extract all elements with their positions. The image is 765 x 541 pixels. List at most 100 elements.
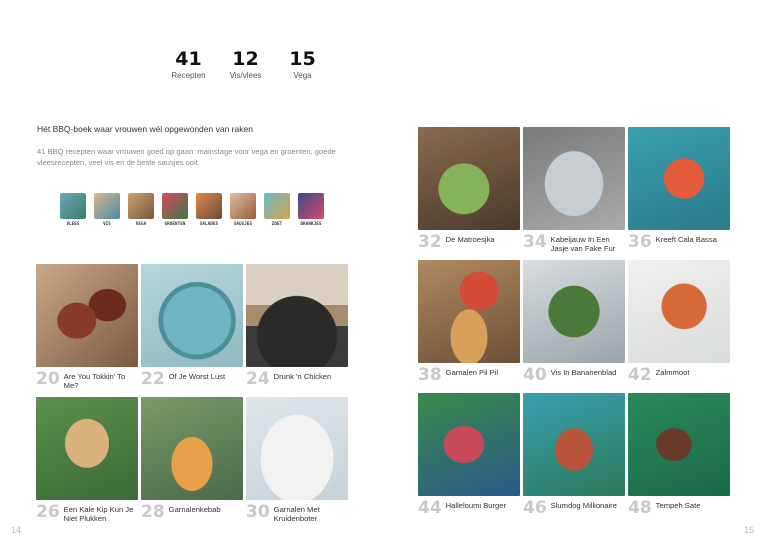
category-label: SALADES [199,221,219,226]
category-label: GROENTEN [164,221,186,226]
page-number: 32 [418,232,442,252]
category-label: ZOET [271,221,283,226]
recipe-tile[interactable]: 24 Drunk 'n Chicken [246,264,348,397]
category-thumbnail [196,193,222,219]
recipe-photo [141,397,243,500]
recipe-tile[interactable]: 20 Are You Tokkin' To Me? [36,264,138,397]
stats-row: 41 Recepten 12 Vis/vlees 15 Vega [160,48,331,80]
page-headline: Hét BBQ-boek waar vrouwen wél opgewonden… [37,124,253,134]
category-label: SAUSJES [233,221,253,226]
recipe-photo [36,397,138,500]
recipe-title: Garnalen Met Kruidenboter [273,505,320,523]
recipe-grid-right: 32 De Matroesjka 34 Kabeljauw In Een Jasje… [418,127,730,526]
page-number: 20 [36,369,60,389]
category-thumbnail [230,193,256,219]
folio-right: 15 [743,525,754,535]
recipe-photo [246,264,348,367]
recipe-tile[interactable]: 34 Kabeljauw In Een Jasje van Fake Fur [523,127,625,260]
intro-text: 41 BBQ recepten waar vrouwen goed op gaa… [37,147,336,167]
recipe-tile[interactable]: 42 Zalmmoot [628,260,730,393]
recipe-tile[interactable]: 28 Garnalenkebab [141,397,243,530]
recipe-tile[interactable]: 32 De Matroesjka [418,127,520,260]
category-thumbnail [264,193,290,219]
recipe-photo [246,397,348,500]
page-number: 34 [523,232,547,252]
stat-label: Vis/vlees [229,71,262,80]
stat-recepten: 41 Recepten [160,48,217,80]
category-drankjes[interactable]: DRANKJES [298,193,324,226]
recipe-tile[interactable]: 46 Slumdog Millionaire [523,393,625,526]
category-vlees[interactable]: VLEES [60,193,86,226]
recipe-title: Kreeft Cala Bassa [655,235,717,244]
category-label: VEGA [135,221,147,226]
recipe-photo [418,260,520,363]
folio-left: 14 [11,525,22,535]
stat-vega: 15 Vega [274,48,331,80]
recipe-tile[interactable]: 22 Of Je Worst Lust [141,264,243,397]
category-thumbnail [128,193,154,219]
stat-number: 12 [232,48,259,70]
recipe-title: Vis In Bananenblad [550,368,617,377]
recipe-tile[interactable]: 26 Een Kale Kip Kun Je Niet Plukken [36,397,138,530]
category-vega[interactable]: VEGA [128,193,154,226]
stat-label: Recepten [171,71,206,80]
recipe-tile[interactable]: 36 Kreeft Cala Bassa [628,127,730,260]
category-label: DRANKJES [300,221,322,226]
recipe-title: Of Je Worst Lust [168,372,226,381]
page-number: 26 [36,502,60,522]
page-number: 46 [523,498,547,518]
page-number: 44 [418,498,442,518]
category-thumbnail [298,193,324,219]
category-sausjes[interactable]: SAUSJES [230,193,256,226]
stat-number: 41 [175,48,202,70]
category-thumbnail [94,193,120,219]
recipe-photo [523,393,625,496]
recipe-tile[interactable]: 30 Garnalen Met Kruidenboter [246,397,348,530]
page-number: 40 [523,365,547,385]
page-number: 48 [628,498,652,518]
stat-number: 15 [289,48,316,70]
page-number: 22 [141,369,165,389]
page-number: 24 [246,369,270,389]
recipe-title: Tempeh Sate [655,501,701,510]
recipe-title: Garnalenkebab [168,505,221,514]
recipe-photo [523,127,625,230]
page-number: 28 [141,502,165,522]
recipe-tile[interactable]: 38 Garnalen Pil Pil [418,260,520,393]
recipe-title: Halleloumi Burger [445,501,507,510]
page-number: 42 [628,365,652,385]
recipe-title: Drunk 'n Chicken [273,372,332,381]
page-number: 38 [418,365,442,385]
recipe-photo [628,260,730,363]
recipe-grid-left: 20 Are You Tokkin' To Me? 22 Of Je Worst L… [36,264,348,530]
page-number: 30 [246,502,270,522]
recipe-title: De Matroesjka [445,235,495,244]
category-groenten[interactable]: GROENTEN [162,193,188,226]
stat-vis-vlees: 12 Vis/vlees [217,48,274,80]
recipe-photo [418,393,520,496]
stat-label: Vega [293,71,312,80]
category-label: VIS [103,221,111,226]
recipe-photo [141,264,243,367]
recipe-title: Garnalen Pil Pil [445,368,499,377]
category-thumbnail [60,193,86,219]
category-vis[interactable]: VIS [94,193,120,226]
page-number: 36 [628,232,652,252]
category-zoet[interactable]: ZOET [264,193,290,226]
recipe-title: Kabeljauw In Een Jasje van Fake Fur [550,235,616,253]
recipe-photo [36,264,138,367]
recipe-tile[interactable]: 48 Tempeh Sate [628,393,730,526]
recipe-photo [418,127,520,230]
recipe-photo [628,393,730,496]
category-strip: VLEES VIS VEGA GROENTEN SALADES SAUSJES … [60,193,324,226]
recipe-photo [628,127,730,230]
recipe-tile[interactable]: 40 Vis In Bananenblad [523,260,625,393]
recipe-title: Are You Tokkin' To Me? [63,372,126,390]
recipe-title: Een Kale Kip Kun Je Niet Plukken [63,505,134,523]
recipe-title: Slumdog Millionaire [550,501,617,510]
recipe-title: Zalmmoot [655,368,690,377]
category-salades[interactable]: SALADES [196,193,222,226]
recipe-tile[interactable]: 44 Halleloumi Burger [418,393,520,526]
recipe-photo [523,260,625,363]
category-label: VLEES [66,221,80,226]
